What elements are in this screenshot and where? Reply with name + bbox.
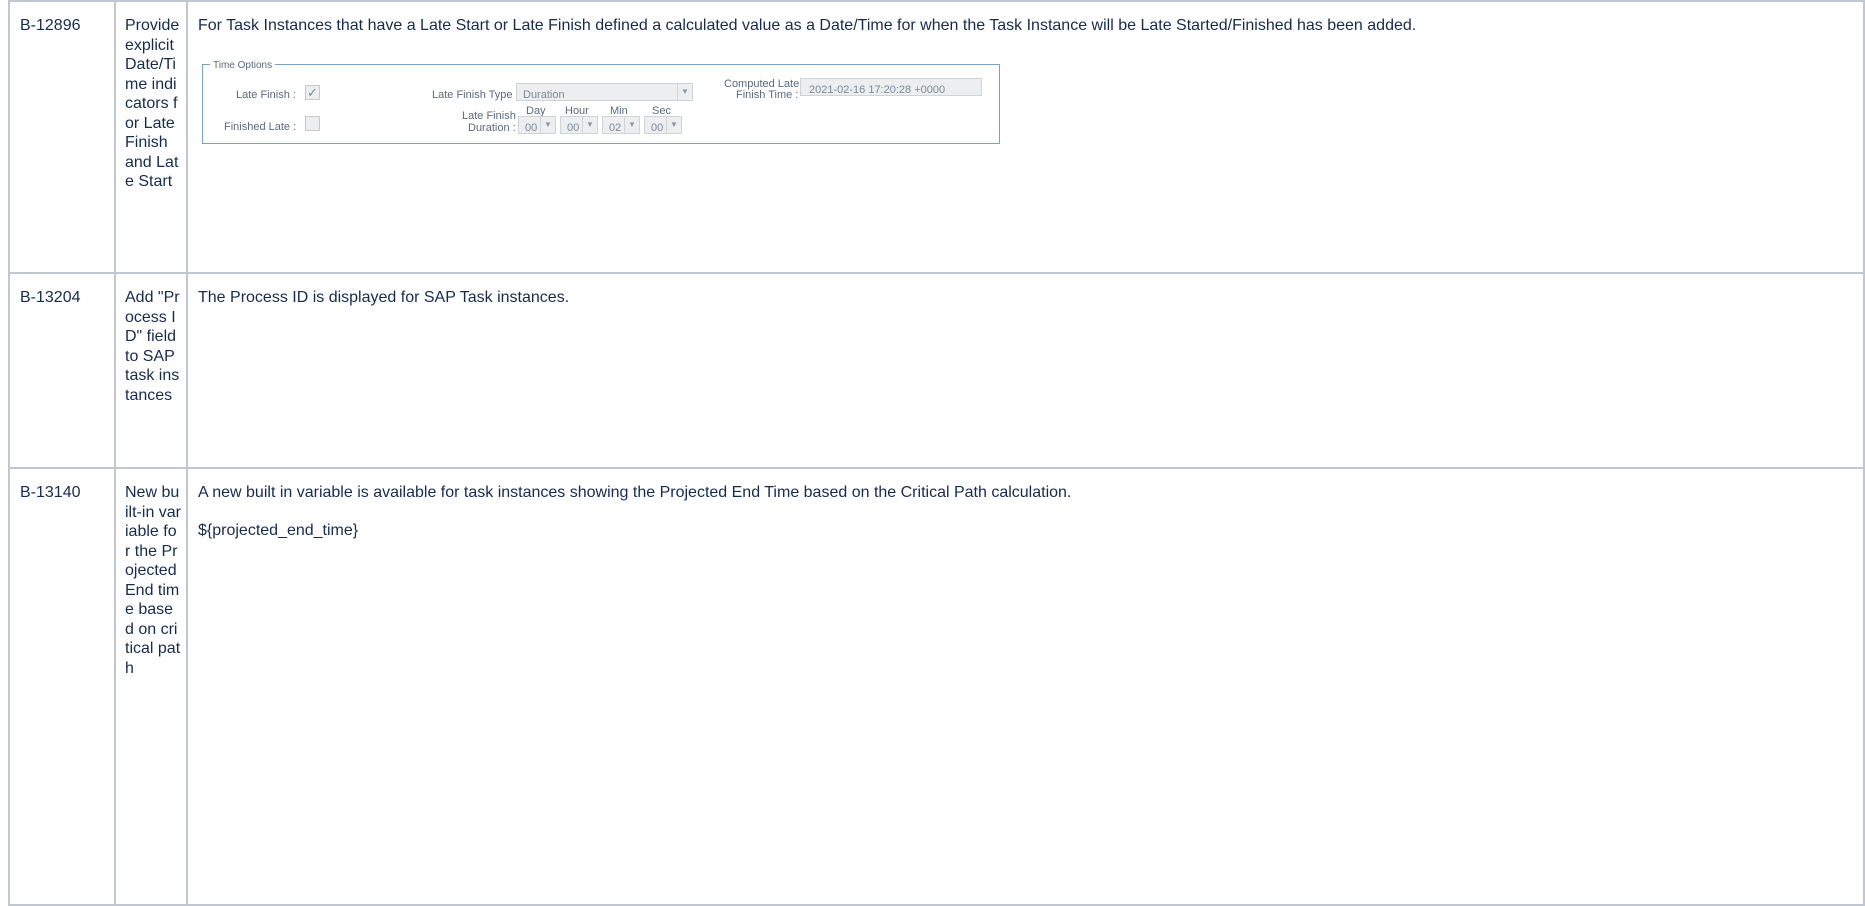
late-finish-type-select[interactable]: Duration ▼ — [516, 82, 693, 101]
min-value: 02 — [609, 121, 622, 134]
late-finish-checkbox[interactable]: ✓ — [305, 84, 320, 100]
hour-value: 00 — [567, 121, 580, 134]
issue-summary: New built-in variable for the Projected … — [125, 484, 182, 677]
hour-select[interactable]: 00 ▼ — [560, 115, 598, 134]
description-text: For Task Instances that have a Late Star… — [198, 17, 1417, 34]
chevron-down-icon: ▼ — [582, 116, 597, 133]
issue-id-cell: B-12896 — [8, 0, 116, 274]
release-notes-table: B-12896 Provide explicit Date/Time indic… — [8, 0, 1865, 906]
duration-label-line2: Duration : — [468, 121, 516, 134]
sec-select[interactable]: 00 ▼ — [644, 115, 682, 134]
variable-name-text: ${projected_end_time} — [198, 521, 359, 539]
min-select[interactable]: 02 ▼ — [602, 115, 640, 134]
chevron-down-icon: ▼ — [624, 116, 639, 133]
summary-cell: Add "Process ID" field to SAP task insta… — [114, 272, 188, 469]
checkmark-icon: ✓ — [307, 84, 318, 100]
summary-cell: New built-in variable for the Projected … — [114, 467, 188, 906]
description-cell: The Process ID is displayed for SAP Task… — [186, 272, 1865, 469]
late-finish-type-label: Late Finish Type : — [432, 88, 519, 101]
issue-id: B-12896 — [20, 17, 81, 34]
table-row: B-12896 Provide explicit Date/Time indic… — [8, 0, 1865, 274]
table-row: B-13140 New built-in variable for the Pr… — [8, 467, 1865, 906]
chevron-down-icon: ▼ — [540, 116, 555, 133]
description-cell: For Task Instances that have a Late Star… — [186, 0, 1865, 274]
day-select[interactable]: 00 ▼ — [518, 115, 556, 134]
description-text: The Process ID is displayed for SAP Task… — [198, 289, 570, 306]
chevron-down-icon: ▼ — [666, 116, 681, 133]
issue-id-cell: B-13204 — [8, 272, 116, 469]
computed-late-label-line2: Finish Time : — [736, 88, 799, 101]
time-options-screenshot: Time Options Late Finish : ✓ Finished La… — [198, 48, 1198, 166]
issue-summary: Provide explicit Date/Time indicators fo… — [125, 17, 180, 190]
finished-late-checkbox[interactable] — [305, 115, 320, 131]
day-value: 00 — [525, 121, 538, 134]
computed-late-finish-value: 2021-02-16 17:20:28 +0000 — [809, 83, 946, 96]
issue-id-cell: B-13140 — [8, 467, 116, 906]
chevron-down-icon: ▼ — [677, 83, 692, 100]
issue-summary: Add "Process ID" field to SAP task insta… — [125, 289, 180, 404]
description-cell: A new built in variable is available for… — [186, 467, 1865, 906]
late-finish-label: Late Finish : — [236, 88, 296, 101]
time-options-fieldset — [202, 63, 1000, 144]
issue-id: B-13140 — [20, 484, 81, 501]
issue-id: B-13204 — [20, 289, 81, 306]
finished-late-label: Finished Late : — [224, 120, 297, 133]
sec-value: 00 — [651, 121, 664, 134]
time-options-legend: Time Options — [210, 55, 276, 75]
table-row: B-13204 Add "Process ID" field to SAP ta… — [8, 272, 1865, 469]
computed-late-finish-field[interactable]: 2021-02-16 17:20:28 +0000 — [800, 77, 982, 96]
description-text: A new built in variable is available for… — [198, 484, 1072, 501]
summary-cell: Provide explicit Date/Time indicators fo… — [114, 0, 188, 274]
